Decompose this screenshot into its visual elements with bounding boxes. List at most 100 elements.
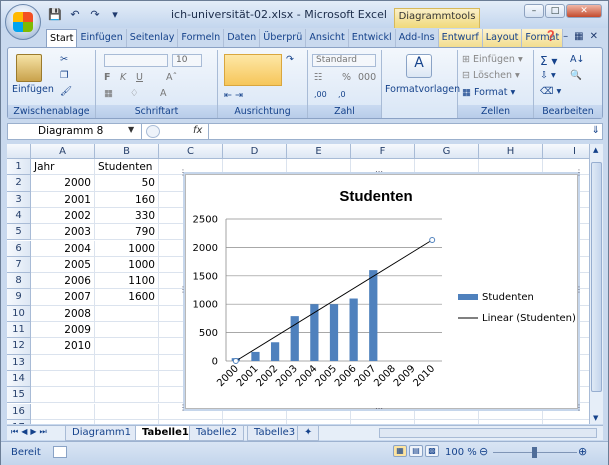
cell[interactable]: 2006 <box>31 273 95 290</box>
tab-layout[interactable]: Layout <box>482 29 523 47</box>
decrease-decimal-icon[interactable]: ,0 <box>338 90 346 99</box>
cell[interactable]: Studenten <box>95 159 159 176</box>
column-header[interactable]: C <box>159 144 223 159</box>
insert-function-button[interactable]: fx <box>193 125 202 136</box>
row-header[interactable]: 11 <box>7 322 31 339</box>
close-button[interactable]: ✕ <box>566 4 602 18</box>
cell[interactable]: 2005 <box>31 256 95 274</box>
row-header[interactable]: 6 <box>7 240 31 257</box>
cell[interactable]: 2008 <box>31 305 95 322</box>
styles-button[interactable]: Formatvorlagen <box>385 84 460 95</box>
expand-formula-icon[interactable]: ⇓ <box>592 125 600 136</box>
cell[interactable]: 2003 <box>31 224 95 241</box>
help-icon[interactable]: ❓ <box>545 31 557 42</box>
cell[interactable]: 2009 <box>31 322 95 339</box>
cell[interactable] <box>95 370 159 388</box>
cell[interactable] <box>95 419 159 424</box>
row-header[interactable]: 5 <box>7 224 31 241</box>
chart-object[interactable]: Studenten 0 500 1000 1500 2000 2500 2000 2001 200… <box>185 174 578 409</box>
bold-icon[interactable]: F <box>104 72 111 83</box>
normal-view-icon[interactable]: ▦ <box>393 445 407 457</box>
name-box-dropdown-icon[interactable]: ▼ <box>128 125 134 134</box>
cell[interactable]: 2004 <box>31 240 95 257</box>
paste-button[interactable]: Einfügen <box>12 84 54 95</box>
scroll-thumb[interactable] <box>591 162 602 392</box>
thousands-icon[interactable]: 000 <box>358 72 376 83</box>
select-all-corner[interactable] <box>7 144 31 159</box>
tab-add-ins[interactable]: Add-Ins <box>396 29 439 47</box>
font-size-combo[interactable]: 10 <box>172 54 202 67</box>
cell[interactable] <box>95 338 159 355</box>
chart-resize-handle[interactable]: ⋮ <box>575 403 583 412</box>
tab-entwickl[interactable]: Entwickl <box>349 29 396 47</box>
cell[interactable] <box>95 403 159 420</box>
chart-resize-handle[interactable]: ⋯ <box>375 167 383 176</box>
cell[interactable]: 2002 <box>31 207 95 225</box>
ribbon-restore-icon[interactable]: ▦ <box>574 31 583 42</box>
cell[interactable] <box>95 354 159 371</box>
chart-resize-handle[interactable]: ⋮ <box>575 168 583 177</box>
cell[interactable]: 50 <box>95 175 159 192</box>
underline-icon[interactable]: U <box>136 72 143 83</box>
cell[interactable] <box>31 387 95 404</box>
macro-record-icon[interactable] <box>53 446 67 458</box>
italic-icon[interactable]: K <box>120 72 126 83</box>
percent-icon[interactable]: % <box>342 72 351 83</box>
delete-cells-button[interactable]: ⊟ Löschen ▾ <box>462 70 520 81</box>
format-cells-button[interactable]: ▦ Format ▾ <box>462 87 515 98</box>
page-break-icon[interactable]: ▩ <box>425 445 439 457</box>
cell[interactable] <box>479 159 543 176</box>
fill-icon[interactable]: ⇩ ▾ <box>540 70 556 81</box>
customize-qat-icon[interactable]: ▾ <box>107 6 123 22</box>
cell[interactable]: 2010 <box>31 338 95 355</box>
cell[interactable] <box>95 305 159 322</box>
cell[interactable] <box>543 420 589 424</box>
zoom-out-icon[interactable]: ⊖ <box>479 445 488 458</box>
column-header[interactable]: G <box>415 144 479 159</box>
undo-icon[interactable]: ↶ <box>67 6 83 22</box>
alignment-buttons[interactable] <box>224 54 282 86</box>
increase-decimal-icon[interactable]: ,00 <box>314 90 327 99</box>
row-header[interactable]: 10 <box>7 305 31 322</box>
minimize-button[interactable]: – <box>524 4 544 18</box>
cell[interactable]: 330 <box>95 207 159 225</box>
column-header[interactable]: F <box>351 144 415 159</box>
cell[interactable] <box>223 419 287 424</box>
chart-resize-handle[interactable]: ⋮ <box>179 403 187 412</box>
grow-font-icon[interactable]: Aˆ <box>166 72 177 83</box>
row-header[interactable]: 9 <box>7 289 31 306</box>
indent-icon[interactable]: ⇤ ⇥ <box>224 90 243 101</box>
tab-ansicht[interactable]: Ansicht <box>306 29 349 47</box>
row-header[interactable]: 2 <box>7 175 31 192</box>
column-header[interactable]: H <box>479 144 543 159</box>
cell[interactable]: 1600 <box>95 289 159 306</box>
row-header[interactable]: 14 <box>7 370 31 388</box>
font-color-icon[interactable]: A <box>160 88 167 99</box>
cell[interactable]: 160 <box>95 191 159 208</box>
formula-bar-splitter-icon[interactable] <box>146 125 160 138</box>
insert-cells-button[interactable]: ⊞ Einfügen ▾ <box>462 54 523 65</box>
row-header[interactable]: 7 <box>7 256 31 274</box>
cell[interactable] <box>415 419 479 424</box>
save-icon[interactable]: 💾 <box>47 6 63 22</box>
sort-icon[interactable]: A↓ <box>570 54 584 65</box>
column-header[interactable]: I <box>543 144 589 159</box>
row-header[interactable]: 8 <box>7 273 31 290</box>
cell[interactable] <box>287 419 351 424</box>
cell[interactable] <box>351 419 415 424</box>
redo-icon[interactable]: ↷ <box>87 6 103 22</box>
column-header[interactable]: B <box>95 144 159 159</box>
cell[interactable] <box>31 370 95 388</box>
cell[interactable] <box>95 322 159 339</box>
copy-icon[interactable]: ❐ <box>60 70 69 81</box>
cell[interactable]: 790 <box>95 224 159 241</box>
tab-überprü[interactable]: Überprü <box>260 29 307 47</box>
cell[interactable]: Jahr <box>31 159 95 176</box>
autosum-icon[interactable]: Σ ▾ <box>540 54 557 68</box>
cell[interactable] <box>95 387 159 404</box>
find-icon[interactable]: 🔍 <box>570 70 582 81</box>
cell[interactable]: 2001 <box>31 191 95 208</box>
number-format-combo[interactable]: Standard <box>312 54 376 67</box>
row-header[interactable]: 3 <box>7 191 31 208</box>
zoom-level[interactable]: 100 % <box>445 447 477 458</box>
